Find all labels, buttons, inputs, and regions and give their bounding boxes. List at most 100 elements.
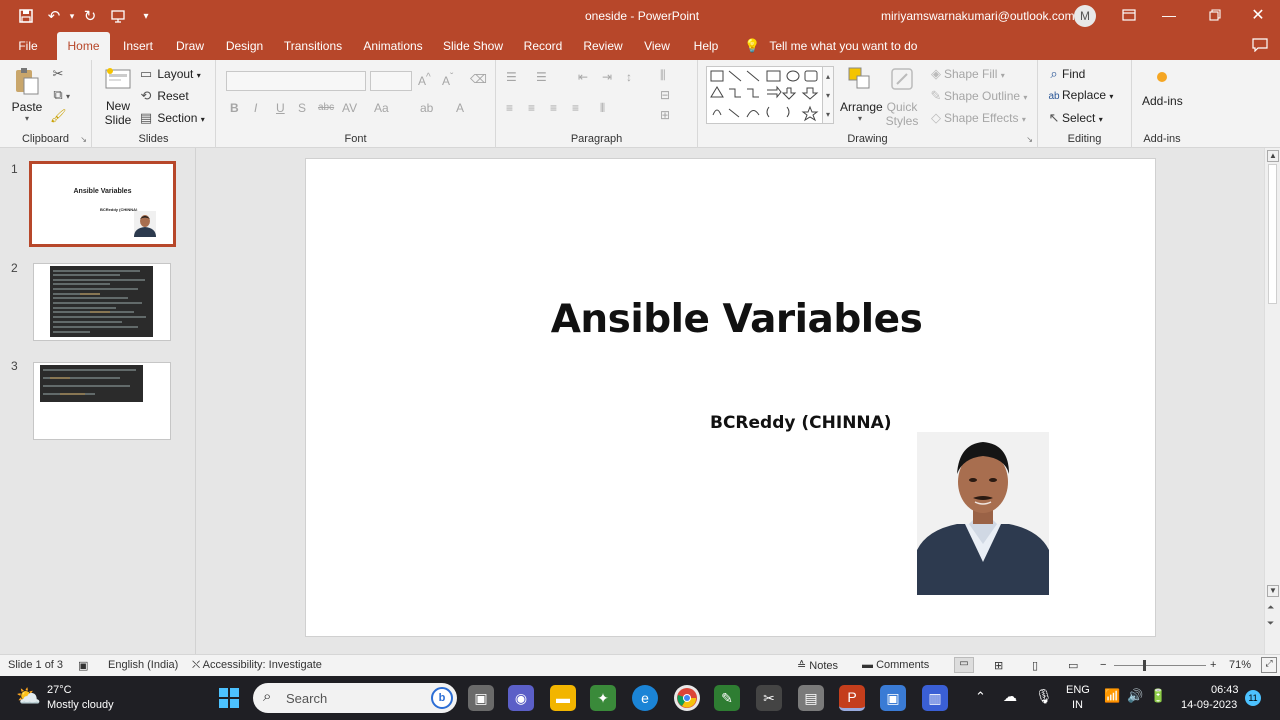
align-text-icon[interactable]: ⊟ <box>660 88 670 102</box>
new-slide-button[interactable]: New Slide <box>100 66 136 127</box>
text-direction-icon[interactable]: ⫼ <box>660 68 666 83</box>
bold-icon[interactable]: B <box>230 101 239 115</box>
replace-button[interactable]: ab Replace ▾ <box>1046 88 1113 102</box>
comments-pane-icon[interactable] <box>1248 34 1272 56</box>
customize-toolbar-icon[interactable]: ▾ <box>136 6 156 26</box>
dialog-launcher-icon[interactable]: ↘ <box>1026 135 1033 144</box>
reset-button[interactable]: ⟲ Reset <box>138 88 189 104</box>
fit-to-window-icon[interactable]: ⤢ <box>1261 657 1277 673</box>
slide-sorter-icon[interactable]: ⊞ <box>994 659 1003 672</box>
edge-icon[interactable]: e <box>632 685 658 711</box>
notepad-icon[interactable]: ✎ <box>714 685 740 711</box>
chrome-icon[interactable] <box>674 685 700 711</box>
teams-chat-icon[interactable]: ◉ <box>508 685 534 711</box>
slide-title[interactable]: Ansible Variables <box>306 297 1167 342</box>
restore-icon[interactable] <box>1203 4 1227 26</box>
accessibility-status[interactable]: ⛌ Accessibility: Investigate <box>192 659 322 672</box>
slide-show-icon[interactable]: ▭ <box>1068 659 1078 672</box>
quick-styles-button[interactable]: Quick Styles <box>884 66 920 128</box>
windows-start-icon[interactable] <box>216 685 242 711</box>
user-email[interactable]: miriyamswarnakumari@outlook.com <box>881 9 1075 23</box>
reading-view-icon[interactable]: ▯ <box>1032 659 1038 672</box>
redo-icon[interactable]: ↻ <box>80 6 100 26</box>
italic-icon[interactable]: I <box>254 101 257 115</box>
font-size-combo[interactable] <box>370 71 412 91</box>
weather-icon[interactable]: ⛅ <box>16 684 41 709</box>
zoom-out-icon[interactable]: − <box>1100 659 1106 671</box>
tab-insert[interactable]: Insert <box>118 32 158 60</box>
font-name-combo[interactable] <box>226 71 366 91</box>
copy-button[interactable]: ⧉ ▾ <box>50 87 70 103</box>
tab-help[interactable]: Help <box>688 32 724 60</box>
increase-font-icon[interactable]: A^ <box>418 72 431 88</box>
app-icon[interactable]: ▤ <box>798 685 824 711</box>
notes-button[interactable]: ≙ Notes <box>797 659 838 672</box>
notification-badge[interactable]: 11 <box>1245 690 1261 706</box>
tab-transitions[interactable]: Transitions <box>282 32 344 60</box>
tab-design[interactable]: Design <box>222 32 267 60</box>
justify-icon[interactable]: ≡ <box>572 101 579 115</box>
scroll-down-icon[interactable]: ▼ <box>1267 585 1279 597</box>
scroll-thumb[interactable] <box>1268 164 1277 304</box>
onedrive-icon[interactable]: ☁ <box>1003 688 1017 705</box>
vertical-scrollbar[interactable]: ▲ ▼ ⏶ ⏷ <box>1264 148 1280 654</box>
dialog-launcher-icon[interactable]: ↘ <box>80 135 87 144</box>
shape-fill-button[interactable]: ◈ Shape Fill ▾ <box>928 66 1005 82</box>
close-icon[interactable]: ✕ <box>1246 4 1270 26</box>
app-icon[interactable]: ▥ <box>922 685 948 711</box>
shapes-gallery[interactable] <box>706 66 828 124</box>
numbering-icon[interactable]: ☰ <box>536 70 547 84</box>
columns-icon[interactable]: ⫴ <box>600 101 605 116</box>
clear-formatting-icon[interactable]: ⌫ <box>470 72 487 86</box>
select-button[interactable]: ↖ Select ▾ <box>1046 110 1103 126</box>
tab-record[interactable]: Record <box>520 32 566 60</box>
language-region[interactable]: IN <box>1072 699 1083 711</box>
zoom-in-icon[interactable]: + <box>1210 659 1216 671</box>
shape-outline-button[interactable]: ✎ Shape Outline ▾ <box>928 88 1028 104</box>
find-button[interactable]: ⌕ Find <box>1046 66 1085 82</box>
layout-button[interactable]: ▭ Layout ▾ <box>138 66 201 82</box>
wifi-icon[interactable]: 📶 <box>1104 688 1120 704</box>
decrease-font-icon[interactable]: Aˇ <box>442 72 453 88</box>
format-painter-button[interactable]: 🖌 <box>50 108 67 124</box>
thumbnail-slide-2[interactable] <box>33 263 171 341</box>
strikethrough-icon[interactable]: abc <box>318 102 334 113</box>
ribbon-display-icon[interactable] <box>1117 4 1141 26</box>
presenter-photo[interactable] <box>917 432 1049 595</box>
decrease-indent-icon[interactable]: ⇤ <box>578 70 588 84</box>
tab-view[interactable]: View <box>640 32 674 60</box>
increase-indent-icon[interactable]: ⇥ <box>602 70 612 84</box>
paste-button[interactable]: Paste ▾ <box>10 66 44 126</box>
powerpoint-icon[interactable]: P <box>839 685 865 711</box>
character-spacing-icon[interactable]: AV <box>342 101 357 115</box>
tab-home[interactable]: Home <box>57 32 110 60</box>
scroll-up-icon[interactable]: ▲ <box>1267 150 1279 162</box>
next-slide-icon[interactable]: ⏷ <box>1267 618 1274 629</box>
tab-review[interactable]: Review <box>580 32 626 60</box>
chevron-up-icon[interactable]: ⌃ <box>975 689 986 705</box>
previous-slide-icon[interactable]: ⏶ <box>1267 602 1274 613</box>
undo-dropdown-icon[interactable]: ▾ <box>62 6 82 26</box>
taskbar-search[interactable]: ⌕ Search b <box>253 683 457 713</box>
snipping-tool-icon[interactable]: ✂ <box>756 685 782 711</box>
comments-button[interactable]: ▬ Comments <box>862 659 929 671</box>
avatar[interactable]: M <box>1074 5 1096 27</box>
align-left-icon[interactable]: ≡ <box>506 101 513 115</box>
align-center-icon[interactable]: ≡ <box>528 101 535 115</box>
cut-button[interactable]: ✂ <box>50 66 66 82</box>
file-explorer-icon[interactable]: ▬ <box>550 685 576 711</box>
shadow-icon[interactable]: S <box>298 101 306 115</box>
remote-desktop-icon[interactable]: ▣ <box>880 685 906 711</box>
tab-animations[interactable]: Animations <box>360 32 426 60</box>
start-from-beginning-icon[interactable] <box>108 6 128 26</box>
tab-draw[interactable]: Draw <box>172 32 208 60</box>
highlight-icon[interactable]: ab <box>420 101 433 115</box>
clock-date[interactable]: 14-09-2023 <box>1181 699 1237 711</box>
spell-check-icon[interactable]: ▣ <box>78 659 88 672</box>
slide-1[interactable]: Ansible Variables BCReddy (CHINNA) <box>305 158 1156 637</box>
addins-button[interactable]: Add-ins <box>1142 72 1183 108</box>
temperature[interactable]: 27°C <box>47 684 72 696</box>
save-icon[interactable] <box>16 6 36 26</box>
task-view-icon[interactable]: ▣ <box>468 685 494 711</box>
shapes-scroll[interactable]: ▴ ▾ ▾ <box>822 66 834 124</box>
